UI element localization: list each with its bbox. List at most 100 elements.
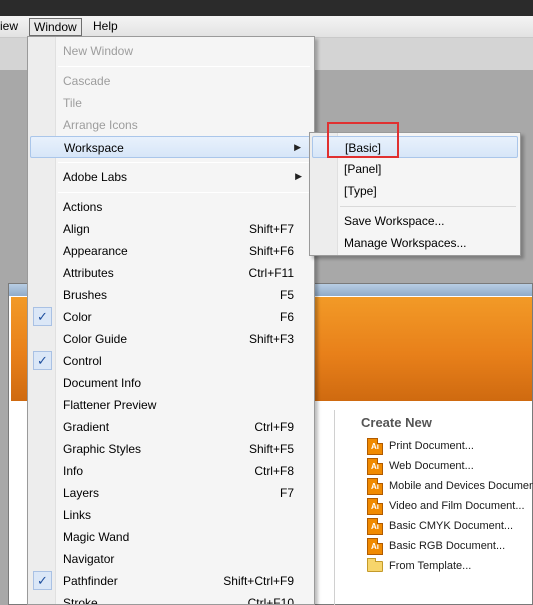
create-mobile-document[interactable]: Ai Mobile and Devices Document — [367, 477, 533, 497]
menu-window[interactable]: Window — [29, 18, 82, 36]
workspace-panel[interactable]: [Panel] — [312, 158, 518, 180]
menu-item-attributes[interactable]: Attributes Ctrl+F11 — [30, 262, 312, 284]
checkmark-icon: ✓ — [33, 307, 52, 326]
menu-item-shortcut: F6 — [279, 310, 294, 324]
menu-item-layers[interactable]: Layers F7 — [30, 482, 312, 504]
menu-item-align[interactable]: Align Shift+F7 — [30, 218, 312, 240]
menu-item-shortcut: F5 — [279, 288, 294, 302]
menu-item-magic-wand[interactable]: Magic Wand — [30, 526, 312, 548]
create-item-label[interactable]: Basic CMYK Document... — [389, 520, 513, 532]
menu-separator — [58, 162, 310, 163]
create-cmyk-document[interactable]: Ai Basic CMYK Document... — [367, 517, 533, 537]
create-item-label[interactable]: From Template... — [389, 560, 471, 572]
create-item-label[interactable]: Web Document... — [389, 460, 474, 472]
menu-item-actions[interactable]: Actions — [30, 196, 312, 218]
create-rgb-document[interactable]: Ai Basic RGB Document... — [367, 537, 533, 557]
menu-item-gradient[interactable]: Gradient Ctrl+F9 — [30, 416, 312, 438]
menu-separator — [58, 66, 310, 67]
ai-document-icon: Ai — [367, 438, 383, 455]
menu-item-label: Adobe Labs — [63, 170, 128, 184]
create-item-label[interactable]: Basic RGB Document... — [389, 540, 505, 552]
menu-item-label: Attributes — [63, 266, 114, 280]
manage-workspaces[interactable]: Manage Workspaces... — [312, 232, 518, 254]
menu-help[interactable]: Help — [89, 18, 122, 36]
menu-item-label: Document Info — [63, 376, 142, 390]
menu-item-label: Magic Wand — [63, 530, 130, 544]
ai-document-icon: Ai — [367, 518, 383, 535]
welcome-divider — [334, 410, 335, 605]
menu-item-brushes[interactable]: Brushes F5 — [30, 284, 312, 306]
menu-item-document-info[interactable]: Document Info — [30, 372, 312, 394]
menu-item-label: Graphic Styles — [63, 442, 142, 456]
menu-item-label: Brushes — [63, 288, 108, 302]
menu-item-shortcut: Ctrl+F11 — [248, 266, 294, 280]
submenu-item-label: Manage Workspaces... — [344, 236, 467, 250]
menu-item-label: Navigator — [63, 552, 115, 566]
menu-item-label: Align — [63, 222, 90, 236]
menu-item-new-window: New Window — [30, 40, 312, 62]
menu-item-label: Links — [63, 508, 92, 522]
menu-item-label: Pathfinder — [63, 574, 118, 588]
create-new-list: Ai Print Document... Ai Web Document... … — [367, 437, 533, 577]
menu-item-label: Layers — [63, 486, 100, 500]
menu-item-adobe-labs[interactable]: Adobe Labs ▶ — [30, 166, 312, 188]
menu-item-cascade: Cascade — [30, 70, 312, 92]
submenu-item-label: [Panel] — [344, 162, 382, 176]
menu-item-color[interactable]: ✓ Color F6 — [30, 306, 312, 328]
menu-item-label: Flattener Preview — [63, 398, 157, 412]
menu-item-links[interactable]: Links — [30, 504, 312, 526]
menu-item-tile: Tile — [30, 92, 312, 114]
workspace-type[interactable]: [Type] — [312, 180, 518, 202]
submenu-arrow-icon: ▶ — [295, 171, 302, 181]
menu-item-label: Cascade — [63, 74, 111, 88]
menu-item-label: Color Guide — [63, 332, 128, 346]
menu-item-shortcut: Ctrl+F8 — [254, 464, 294, 478]
create-item-label[interactable]: Print Document... — [389, 440, 474, 452]
menu-item-graphic-styles[interactable]: Graphic Styles Shift+F5 — [30, 438, 312, 460]
window-menu: New Window Cascade Tile Arrange Icons Wo… — [27, 36, 315, 605]
menu-item-workspace[interactable]: Workspace ▶ — [30, 136, 312, 158]
menu-view[interactable]: iew — [0, 18, 22, 36]
create-video-document[interactable]: Ai Video and Film Document... — [367, 497, 533, 517]
create-print-document[interactable]: Ai Print Document... — [367, 437, 533, 457]
create-web-document[interactable]: Ai Web Document... — [367, 457, 533, 477]
menu-item-color-guide[interactable]: Color Guide Shift+F3 — [30, 328, 312, 350]
menu-item-stroke[interactable]: Stroke Ctrl+F10 — [30, 592, 312, 605]
menu-item-flattener-preview[interactable]: Flattener Preview — [30, 394, 312, 416]
menu-item-label: Actions — [63, 200, 103, 214]
menu-item-navigator[interactable]: Navigator — [30, 548, 312, 570]
menu-item-shortcut: Shift+Ctrl+F9 — [223, 574, 294, 588]
checkmark-icon: ✓ — [33, 571, 52, 590]
menu-item-info[interactable]: Info Ctrl+F8 — [30, 460, 312, 482]
create-from-template[interactable]: From Template... — [367, 557, 533, 577]
menu-item-label: Workspace — [64, 141, 124, 155]
create-item-label[interactable]: Mobile and Devices Document — [389, 480, 533, 492]
menu-item-pathfinder[interactable]: ✓ Pathfinder Shift+Ctrl+F9 — [30, 570, 312, 592]
menu-item-appearance[interactable]: Appearance Shift+F6 — [30, 240, 312, 262]
ai-document-icon: Ai — [367, 538, 383, 555]
ai-document-icon: Ai — [367, 498, 383, 515]
submenu-separator — [340, 206, 516, 207]
ai-document-icon: Ai — [367, 478, 383, 495]
menu-item-shortcut: Ctrl+F10 — [247, 596, 294, 605]
menu-item-label: Gradient — [63, 420, 110, 434]
menu-item-control[interactable]: ✓ Control — [30, 350, 312, 372]
menu-item-label: Tile — [63, 96, 82, 110]
save-workspace[interactable]: Save Workspace... — [312, 210, 518, 232]
menu-separator — [58, 192, 310, 193]
submenu-item-label: [Type] — [344, 184, 377, 198]
submenu-item-label: Save Workspace... — [344, 214, 445, 228]
create-new-title: Create New — [361, 415, 432, 430]
menu-item-label: Control — [63, 354, 102, 368]
menu-item-shortcut: F7 — [279, 486, 294, 500]
checkmark-icon: ✓ — [33, 351, 52, 370]
create-item-label[interactable]: Video and Film Document... — [389, 500, 525, 512]
menu-item-label: Stroke — [63, 596, 98, 605]
menu-item-shortcut: Shift+F3 — [248, 332, 294, 346]
menu-item-label: New Window — [63, 44, 134, 58]
ai-document-icon: Ai — [367, 458, 383, 475]
submenu-arrow-icon: ▶ — [294, 142, 301, 152]
menu-item-arrange-icons: Arrange Icons — [30, 114, 312, 136]
menu-item-label: Info — [63, 464, 84, 478]
menu-item-label: Arrange Icons — [63, 118, 138, 132]
